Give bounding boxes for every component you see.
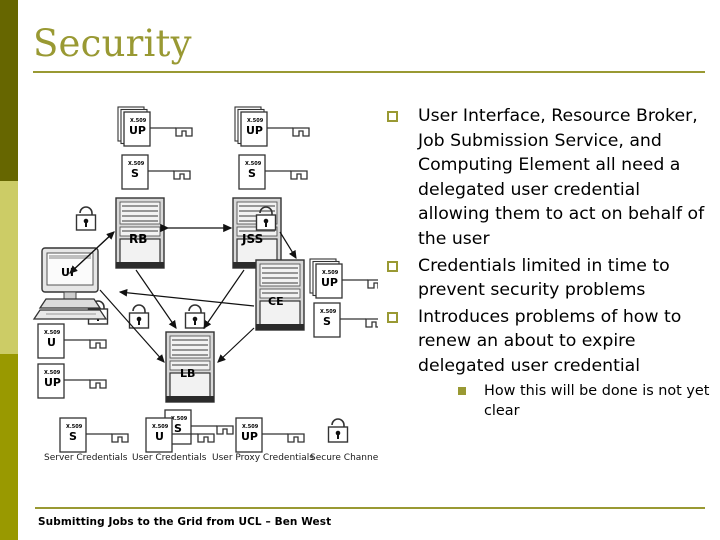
- svg-text:UP: UP: [321, 276, 338, 289]
- svg-text:S: S: [174, 422, 182, 435]
- sub-bullet-text-1: How this will be done is not yet clear: [484, 382, 710, 419]
- hollow-square-bullet-icon: [387, 311, 398, 323]
- bullet-item-2: Credentials limited in time to prevent s…: [385, 254, 715, 303]
- title-underline-rule: [33, 71, 705, 73]
- svg-text:LB: LB: [180, 367, 195, 380]
- bullet-text-1: User Interface, Resource Broker, Job Sub…: [418, 106, 705, 249]
- slide-title: Security: [33, 22, 192, 65]
- hollow-square-bullet-icon: [387, 260, 398, 272]
- bullet-text-3: Introduces problems of how to renew an a…: [418, 306, 682, 376]
- svg-text:U: U: [155, 430, 164, 443]
- svg-text:UP: UP: [44, 376, 61, 389]
- footer-rule: [35, 507, 705, 509]
- sub-bullet-item-1: How this will be done is not yet clear: [454, 381, 715, 421]
- svg-text:S: S: [323, 315, 331, 328]
- bullet-item-3: Introduces problems of how to renew an a…: [385, 305, 715, 421]
- svg-text:U: U: [47, 336, 56, 349]
- footer-text: Submitting Jobs to the Grid from UCL – B…: [38, 516, 332, 528]
- svg-text:Secure Channel: Secure Channel: [310, 453, 378, 463]
- sidebar-band-light: [0, 181, 18, 354]
- svg-text:JSS: JSS: [241, 232, 263, 246]
- legend-row: X.509 S Server Credentials X.509 U User …: [44, 417, 378, 463]
- svg-text:S: S: [69, 430, 77, 443]
- svg-text:Server Credentials: Server Credentials: [44, 453, 128, 463]
- svg-text:UI: UI: [61, 266, 74, 279]
- sub-bullet-list: How this will be done is not yet clear: [418, 381, 715, 421]
- svg-text:CE: CE: [268, 295, 284, 308]
- hollow-square-bullet-icon: [387, 111, 398, 122]
- filled-square-bullet-icon: [458, 386, 466, 395]
- svg-text:UP: UP: [246, 124, 263, 137]
- bullet-list: User Interface, Resource Broker, Job Sub…: [385, 104, 715, 423]
- svg-text:User Proxy Credentials: User Proxy Credentials: [212, 453, 314, 463]
- bullet-text-2: Credentials limited in time to prevent s…: [418, 255, 670, 301]
- svg-text:S: S: [248, 167, 256, 180]
- sidebar-band-dark: [0, 0, 18, 181]
- svg-text:UP: UP: [129, 124, 146, 137]
- bullet-item-1: User Interface, Resource Broker, Job Sub…: [385, 104, 715, 252]
- grid-security-diagram: X.509 UP X.509 S X.509 UP X.509 S RB JSS: [28, 100, 378, 470]
- slide-canvas: Security X.509 UP X.509 S X.509 UP X.509…: [0, 0, 720, 540]
- sidebar-band-mid: [0, 354, 18, 540]
- svg-text:S: S: [131, 167, 139, 180]
- svg-text:User Credentials: User Credentials: [132, 453, 207, 463]
- svg-text:UP: UP: [241, 430, 258, 443]
- svg-text:RB: RB: [129, 232, 147, 246]
